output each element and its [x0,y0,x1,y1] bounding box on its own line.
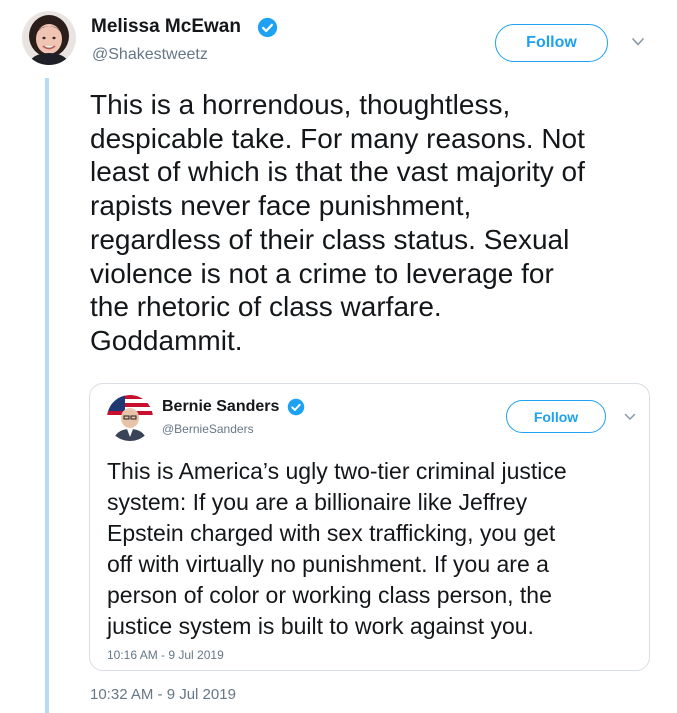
author-name[interactable]: Melissa McEwan [91,16,241,38]
avatar[interactable] [22,11,76,65]
author-handle[interactable]: @Shakestweetz [92,46,208,64]
chevron-down-icon[interactable] [624,412,636,422]
quoted-author-name[interactable]: Bernie Sanders [162,398,279,416]
tweet-timestamp[interactable]: 10:32 AM - 9 Jul 2019 [90,686,236,703]
quoted-timestamp[interactable]: 10:16 AM - 9 Jul 2019 [107,648,224,662]
quoted-tweet-card[interactable]: Bernie Sanders @BernieSanders Follow Thi… [89,383,650,671]
quoted-author-handle[interactable]: @BernieSanders [162,422,254,436]
follow-button[interactable]: Follow [495,24,608,62]
quoted-follow-button[interactable]: Follow [506,400,606,433]
tweet-text: This is a horrendous, thoughtless, despi… [90,89,585,356]
thread-line [45,78,49,713]
verified-badge-icon [287,398,305,416]
chevron-down-icon[interactable] [631,36,645,48]
quoted-tweet-text: This is America’s ugly two-tier criminal… [107,458,567,639]
quoted-avatar[interactable] [107,395,153,441]
verified-badge-icon [257,17,278,38]
